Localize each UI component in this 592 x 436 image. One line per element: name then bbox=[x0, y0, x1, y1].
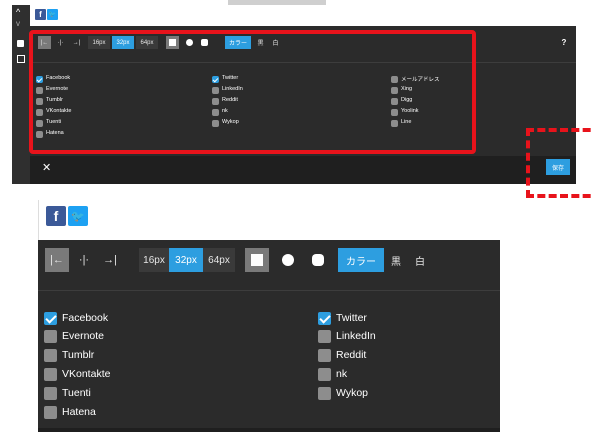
network-label: Twitter bbox=[336, 312, 367, 324]
twitter-icon[interactable]: 🐦 bbox=[68, 206, 88, 226]
align-right-button[interactable]: →| bbox=[98, 248, 122, 272]
square-icon bbox=[251, 254, 263, 266]
facebook-icon[interactable]: f bbox=[35, 9, 46, 20]
checkbox-wykop[interactable] bbox=[318, 387, 331, 400]
zoom-settings-panel: |← ·|· →| 16px 32px 64px カラー 黒 白 Faceboo… bbox=[38, 240, 500, 432]
network-label: nk bbox=[336, 368, 348, 380]
help-button[interactable]: ? bbox=[559, 36, 569, 49]
checkbox-nk[interactable] bbox=[318, 368, 331, 381]
twitter-icon[interactable]: 🐦 bbox=[47, 9, 58, 20]
left-tool-strip: ^ v bbox=[12, 5, 30, 184]
checkbox-evernote[interactable] bbox=[44, 330, 57, 343]
size-32-button[interactable]: 32px bbox=[169, 248, 203, 272]
trash-icon[interactable] bbox=[17, 40, 24, 47]
network-label: LinkedIn bbox=[336, 330, 376, 342]
network-label: Facebook bbox=[62, 312, 109, 324]
chevron-down-icon[interactable]: v bbox=[16, 19, 20, 28]
divider bbox=[38, 290, 500, 291]
network-label: Evernote bbox=[62, 330, 105, 342]
copy-icon[interactable] bbox=[17, 55, 25, 63]
color-button[interactable]: カラー bbox=[338, 248, 384, 272]
checkbox-hatena[interactable] bbox=[44, 406, 57, 419]
black-button[interactable]: 黒 bbox=[386, 248, 406, 272]
size-64-button[interactable]: 64px bbox=[203, 248, 235, 272]
network-label: VKontakte bbox=[62, 368, 111, 380]
tab-hint bbox=[228, 0, 326, 5]
checkbox-reddit[interactable] bbox=[318, 349, 331, 362]
shape-square-button[interactable] bbox=[245, 248, 269, 272]
network-label: Hatena bbox=[62, 406, 96, 418]
shape-circle-button[interactable] bbox=[276, 248, 300, 272]
checkbox-twitter[interactable] bbox=[318, 312, 331, 325]
highlight-settings-box bbox=[29, 30, 476, 154]
shape-octagon-button[interactable] bbox=[306, 248, 330, 272]
size-16-button[interactable]: 16px bbox=[139, 248, 169, 272]
checkbox-facebook[interactable] bbox=[44, 312, 57, 325]
white-button[interactable]: 白 bbox=[410, 248, 430, 272]
zoom-share-bar: f 🐦 bbox=[38, 200, 501, 240]
checkbox-vkontakte[interactable] bbox=[44, 368, 57, 381]
network-label: Reddit bbox=[336, 349, 367, 361]
close-icon[interactable]: ✕ bbox=[42, 161, 51, 174]
align-center-button[interactable]: ·|· bbox=[72, 248, 96, 272]
checkbox-tuenti[interactable] bbox=[44, 387, 57, 400]
footer-bar bbox=[30, 156, 576, 184]
octagon-icon bbox=[312, 254, 324, 266]
facebook-icon[interactable]: f bbox=[46, 206, 66, 226]
align-left-button[interactable]: |← bbox=[45, 248, 69, 272]
chevron-up-icon[interactable]: ^ bbox=[16, 7, 20, 17]
network-label: Wykop bbox=[336, 387, 368, 399]
bottom-edge bbox=[38, 428, 500, 432]
checkbox-linkedin[interactable] bbox=[318, 330, 331, 343]
share-preview-bar: f 🐦 bbox=[30, 5, 576, 26]
checkbox-tumblr[interactable] bbox=[44, 349, 57, 362]
network-label: Tumblr bbox=[62, 349, 95, 361]
network-label: Tuenti bbox=[62, 387, 91, 399]
highlight-save-box bbox=[526, 128, 592, 198]
circle-icon bbox=[282, 254, 294, 266]
